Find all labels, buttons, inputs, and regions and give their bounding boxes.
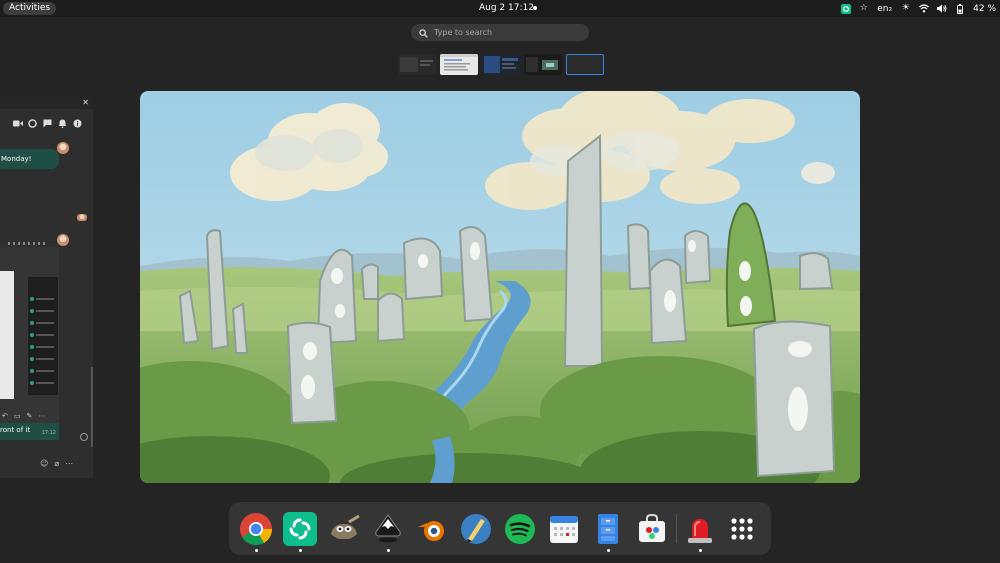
dock-app-spotify[interactable] [503, 512, 537, 546]
activities-button[interactable]: Activities [3, 2, 57, 15]
battery-icon[interactable] [955, 4, 964, 14]
avatar[interactable] [57, 234, 69, 246]
attachment-preview-list [28, 277, 58, 395]
dock-separator [676, 514, 677, 543]
dock [229, 502, 771, 555]
dock-app-software[interactable] [635, 512, 669, 546]
software-store-icon [639, 513, 665, 542]
workspace-thumbnails [398, 54, 604, 76]
scrollbar[interactable] [91, 367, 93, 447]
running-indicator [606, 549, 610, 552]
brightness-icon[interactable]: ☀ [901, 4, 910, 13]
info-icon[interactable] [72, 119, 83, 131]
system-tray[interactable]: ☆ en₂ ☀ 42 % [841, 2, 996, 15]
blender-icon [418, 521, 444, 541]
more-options-icon[interactable]: ⋯ [65, 459, 73, 468]
search-input[interactable] [434, 28, 574, 37]
attachment-preview-left [0, 271, 14, 399]
reactions-row [8, 242, 48, 245]
dock-app-element[interactable] [283, 512, 317, 552]
workspace-thumbnail[interactable] [440, 54, 478, 75]
running-indicator [698, 549, 702, 552]
close-icon[interactable]: ✕ [82, 98, 89, 108]
read-receipt-avatars [77, 214, 87, 221]
chrome-icon [240, 513, 273, 546]
keyboard-layout-indicator[interactable]: en₂ [877, 4, 892, 14]
threads-icon[interactable] [27, 119, 38, 131]
notification-dot [533, 6, 537, 10]
clock[interactable]: Aug 2 17:12 [479, 2, 534, 15]
avatar[interactable] [57, 142, 69, 154]
overview-search-field[interactable] [411, 24, 589, 41]
dock-app-chrome[interactable] [239, 512, 273, 552]
emoji-icon[interactable]: ☺ [40, 459, 48, 468]
message-text: ront of it [0, 426, 31, 434]
running-indicator [386, 549, 390, 552]
alarm-siren-icon [688, 519, 712, 543]
wifi-icon[interactable] [919, 4, 930, 13]
more-options-icon[interactable]: ⋯ [38, 412, 45, 420]
element-icon [283, 512, 317, 546]
files-icon [598, 514, 618, 544]
workspace-thumbnail[interactable] [524, 54, 562, 75]
dock-app-blender[interactable] [415, 512, 449, 546]
workspace-thumbnail[interactable] [482, 54, 520, 75]
spotify-icon [505, 514, 535, 544]
show-apps-button[interactable] [725, 512, 759, 546]
app-grid-icon [731, 518, 753, 540]
message-bubble: Monday! [0, 149, 59, 169]
dock-app-inkscape[interactable] [371, 512, 405, 552]
dock-app-alarm[interactable] [683, 512, 717, 552]
volume-icon[interactable] [937, 4, 947, 13]
top-bar: Activities Aug 2 17:12 ☆ en₂ ☀ 42 % [0, 0, 1000, 17]
attachment-icon[interactable]: ⌀ [54, 459, 59, 468]
workspace-thumbnail-active[interactable] [566, 54, 604, 75]
edit-icon[interactable]: ✎ [27, 412, 33, 420]
workspace-thumbnail[interactable] [398, 54, 436, 75]
inkscape-icon [375, 514, 401, 543]
message-bubble: ront of it 17:12 [0, 423, 59, 440]
star-icon[interactable]: ☆ [859, 4, 868, 13]
xournal-icon [461, 514, 491, 544]
sent-status-icon [80, 433, 88, 441]
chat-app-window[interactable]: ✕ Monday! ↶ ▭ ✎ ⋯ ront of it 17:12 ☺ ⌀ ⋯ [0, 97, 93, 478]
bell-icon[interactable] [57, 119, 68, 131]
dock-app-xournal[interactable] [459, 512, 493, 546]
battery-percentage: 42 % [973, 3, 996, 14]
message-actions: ↶ ▭ ✎ ⋯ [0, 410, 59, 422]
dock-app-files[interactable] [591, 512, 625, 552]
reply-icon[interactable]: ↶ [2, 412, 8, 420]
window-titlebar[interactable]: ✕ [0, 97, 93, 109]
running-indicator [298, 549, 302, 552]
composer-actions: ☺ ⌀ ⋯ [40, 459, 73, 468]
chat-bubble-icon[interactable] [42, 119, 53, 131]
thread-icon[interactable]: ▭ [14, 412, 21, 420]
gimp-icon [331, 514, 360, 540]
calendar-icon [550, 516, 578, 543]
element-tray-icon[interactable] [841, 4, 852, 14]
chat-toolbar [0, 115, 93, 135]
message-timestamp: 17:12 [41, 430, 56, 436]
dock-app-gimp[interactable] [327, 512, 361, 546]
dock-app-calendar[interactable] [547, 512, 581, 546]
landscape-painting [140, 91, 860, 483]
image-viewer-window[interactable] [140, 91, 860, 483]
image-attachment[interactable] [0, 247, 59, 425]
running-indicator [254, 549, 258, 552]
search-icon [419, 23, 428, 42]
video-call-icon[interactable] [12, 120, 23, 130]
